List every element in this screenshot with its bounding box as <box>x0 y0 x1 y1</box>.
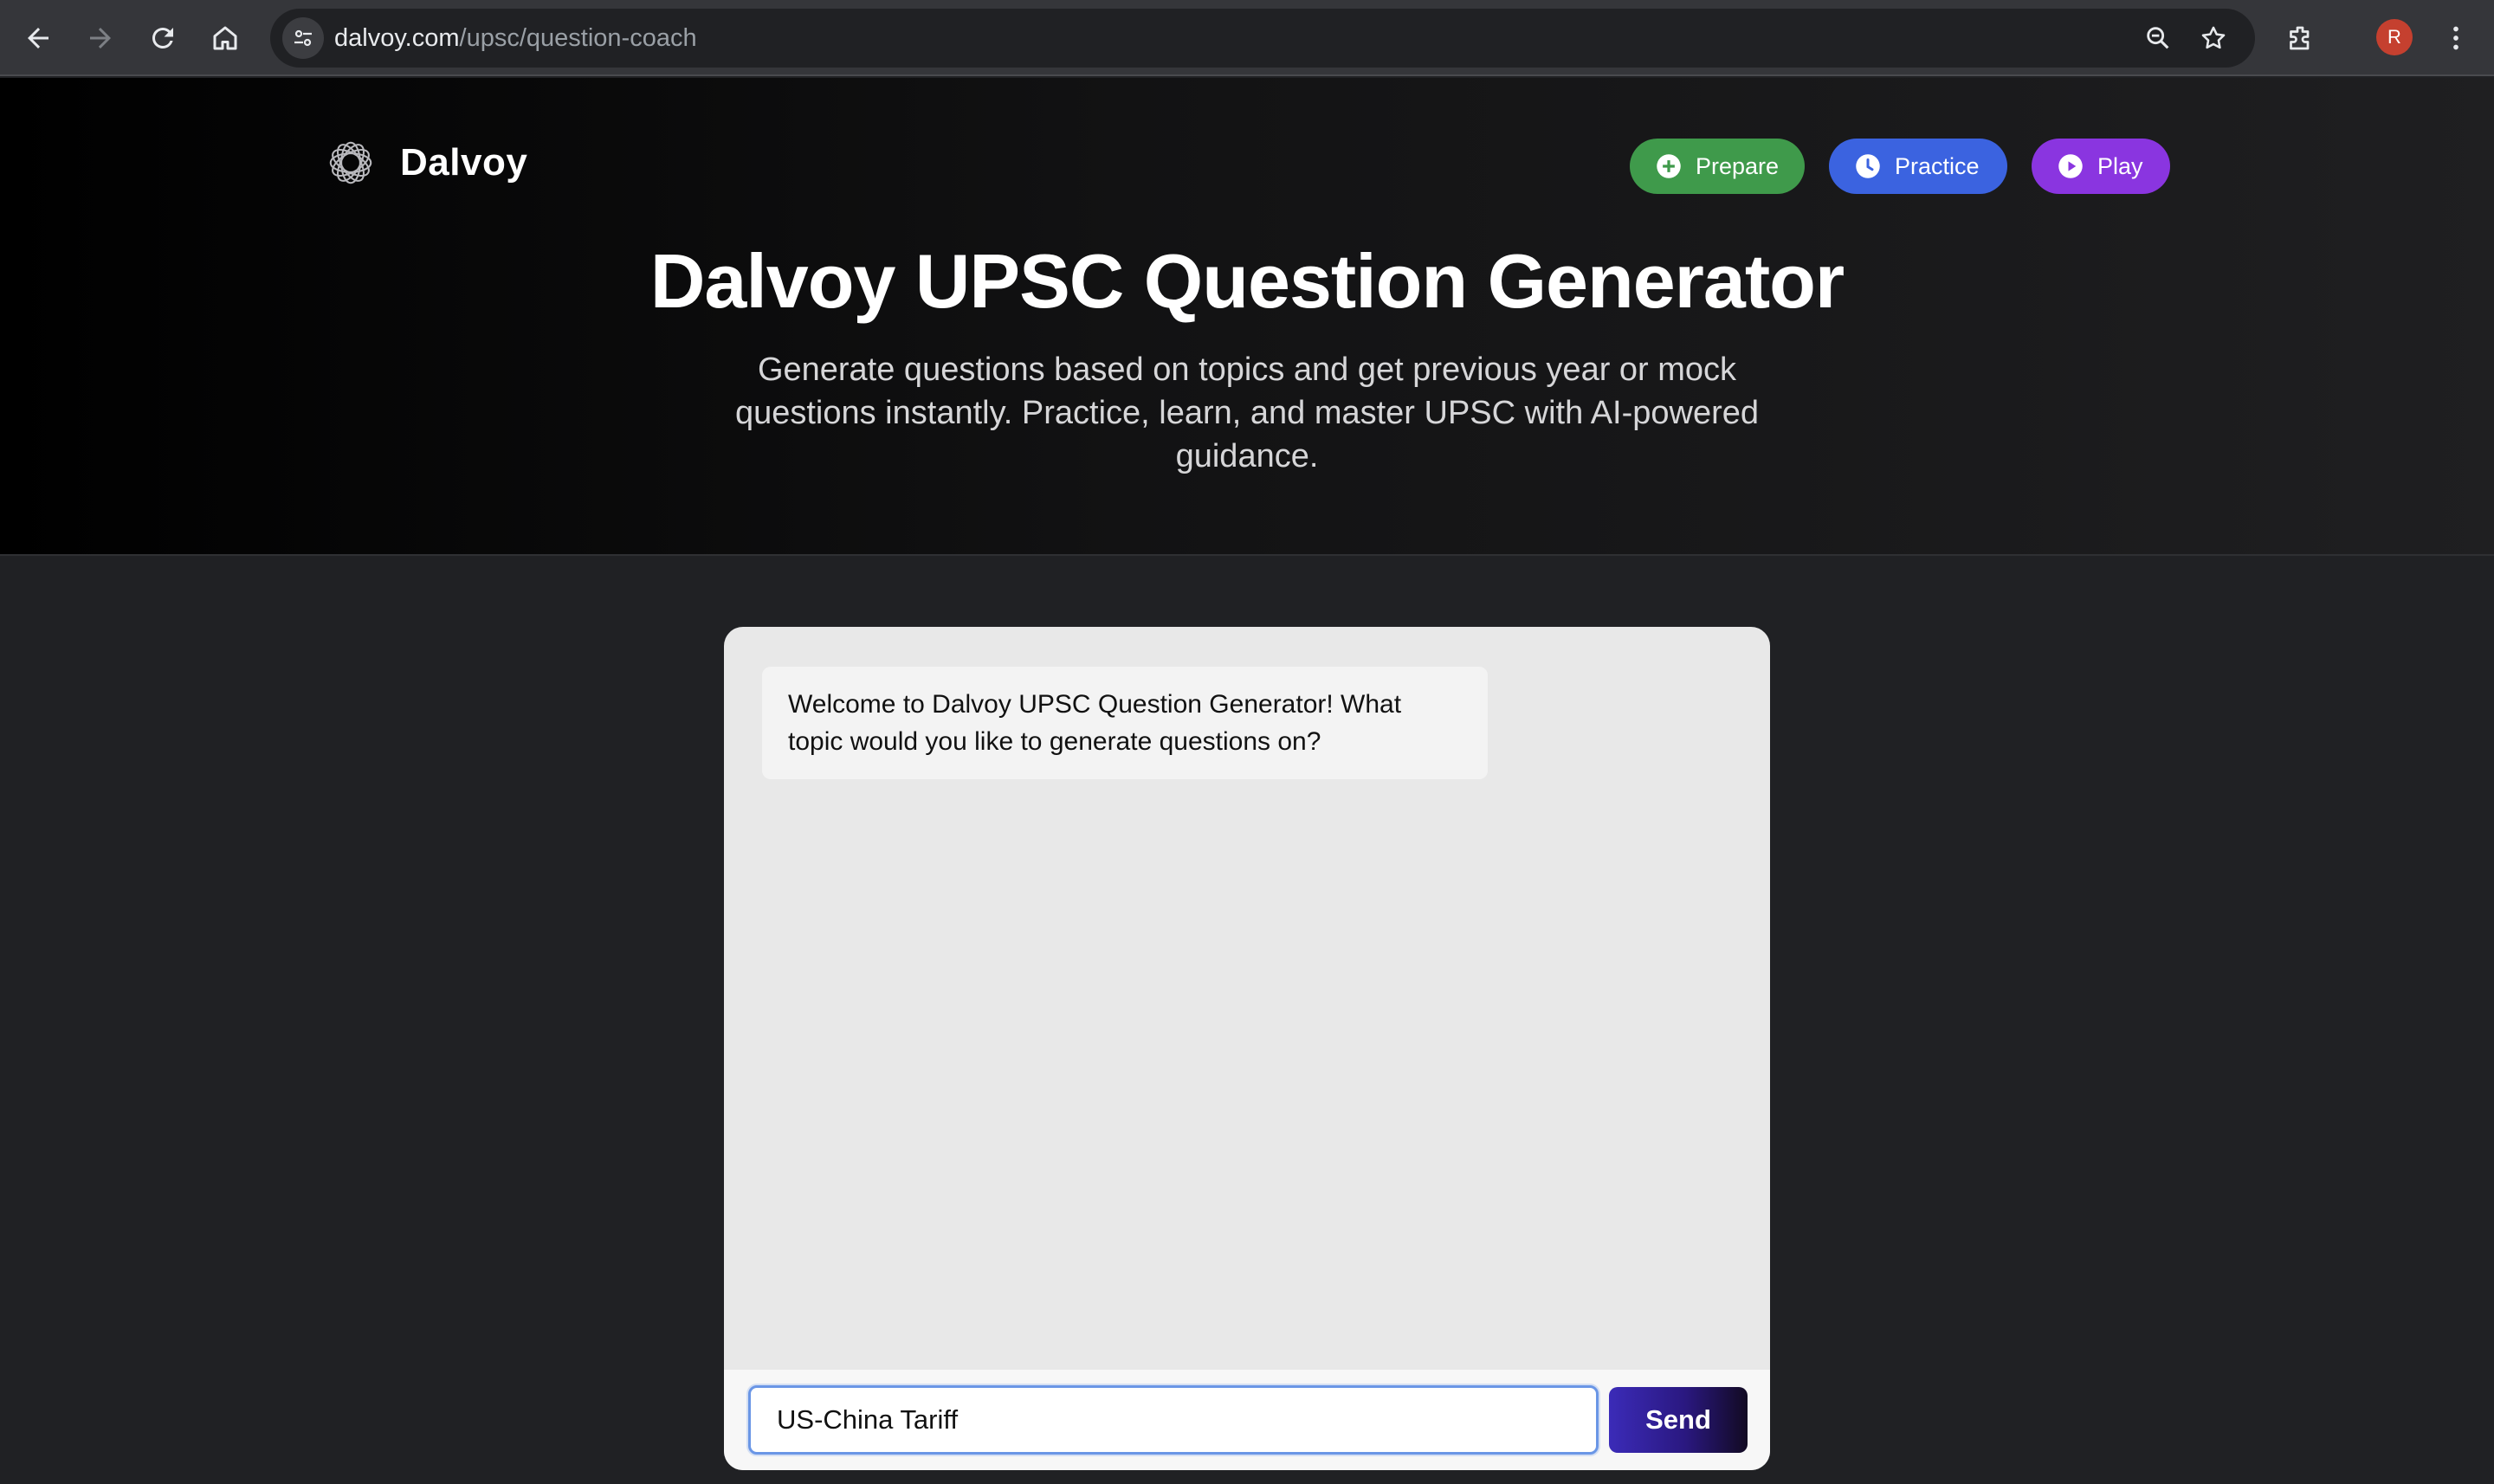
hero-section: Dalvoy Prepare Practice Play Dalvoy UPSC… <box>0 78 2494 556</box>
page-subtitle: Generate questions based on topics and g… <box>734 352 1760 474</box>
zoom-out-icon <box>2147 27 2169 49</box>
url-path: /upsc/question-coach <box>459 24 697 52</box>
more-vert-icon <box>2453 26 2458 50</box>
browser-menu-button[interactable] <box>2430 12 2482 64</box>
browser-toolbar: dalvoy.com/upsc/question-coach R <box>0 0 2494 76</box>
profile-avatar[interactable]: R <box>2376 19 2413 55</box>
topic-input[interactable] <box>748 1385 1599 1455</box>
address-bar[interactable]: dalvoy.com/upsc/question-coach <box>270 9 2255 68</box>
forward-arrow-icon <box>90 28 111 48</box>
home-icon <box>213 26 237 50</box>
chat-window: Welcome to Dalvoy UPSC Question Generato… <box>724 627 1770 1470</box>
plus-circle-icon <box>1656 153 1682 179</box>
url-text: dalvoy.com/upsc/question-coach <box>334 9 697 68</box>
url-host: dalvoy.com <box>334 24 460 52</box>
clock-icon <box>1855 153 1881 179</box>
reload-icon <box>152 27 173 48</box>
forward-button[interactable] <box>74 12 126 64</box>
dalvoy-logo-icon <box>329 141 372 184</box>
chat-input-bar: Send <box>724 1370 1770 1470</box>
play-label: Play <box>2097 152 2143 179</box>
prepare-label: Prepare <box>1696 152 1780 179</box>
play-button[interactable]: Play <box>2032 139 2170 194</box>
practice-button[interactable]: Practice <box>1829 139 2007 194</box>
send-button[interactable]: Send <box>1609 1387 1748 1453</box>
brand-name: Dalvoy <box>400 141 528 184</box>
back-arrow-icon <box>28 28 48 48</box>
extensions-button[interactable] <box>2274 12 2326 64</box>
play-circle-icon <box>2058 153 2084 179</box>
zoom-button[interactable] <box>2139 19 2177 57</box>
bot-message: Welcome to Dalvoy UPSC Question Generato… <box>762 667 1488 779</box>
practice-label: Practice <box>1895 152 1980 179</box>
reload-button[interactable] <box>137 12 189 64</box>
prepare-button[interactable]: Prepare <box>1630 139 1805 194</box>
page-title: Dalvoy UPSC Question Generator <box>649 238 1845 324</box>
tune-icon <box>294 29 312 47</box>
star-icon <box>2201 26 2226 49</box>
site-info-button[interactable] <box>282 17 324 59</box>
puzzle-icon <box>2290 26 2310 50</box>
back-button[interactable] <box>12 12 64 64</box>
home-button[interactable] <box>199 12 251 64</box>
bookmark-button[interactable] <box>2194 19 2232 57</box>
brand[interactable]: Dalvoy <box>324 135 527 190</box>
